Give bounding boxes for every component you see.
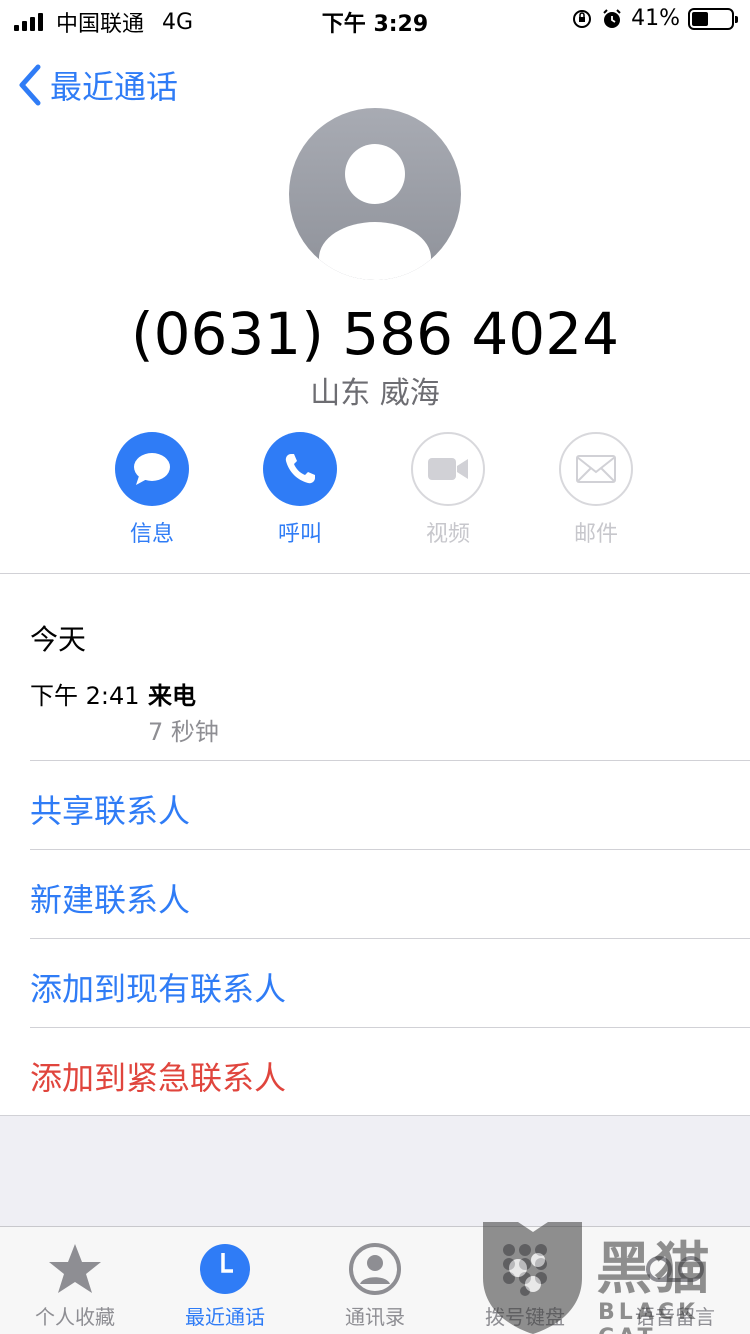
orientation-lock-icon xyxy=(573,9,592,28)
video-button[interactable]: 视频 xyxy=(388,432,508,548)
mail-circle xyxy=(559,432,633,506)
clock-icon xyxy=(200,1244,250,1294)
back-button[interactable]: 最近通话 xyxy=(18,62,178,108)
location: 山东 威海 xyxy=(310,376,440,411)
tab-icon-wrap xyxy=(0,1241,150,1297)
person-silhouette-icon xyxy=(319,144,431,280)
star-icon xyxy=(49,1244,101,1293)
message-button[interactable]: 信息 xyxy=(92,432,212,548)
watermark-title: 黑猫 xyxy=(596,1237,712,1302)
call-time: 下午 2:41 xyxy=(30,682,140,710)
tab-icon-wrap xyxy=(150,1241,300,1297)
video-circle xyxy=(411,432,485,506)
tab-label: 通讯录 xyxy=(345,1305,405,1329)
mail-label: 邮件 xyxy=(573,522,618,547)
call-label: 呼叫 xyxy=(277,522,322,547)
contacts-icon xyxy=(349,1243,401,1295)
tab-favorites[interactable]: 个人收藏 xyxy=(0,1241,150,1330)
share-contact-button[interactable]: 共享联系人 xyxy=(30,786,190,832)
action-buttons: 信息 呼叫 视频 邮件 xyxy=(0,432,750,552)
call-button[interactable]: 呼叫 xyxy=(240,432,360,548)
call-circle xyxy=(263,432,337,506)
status-right: 41% xyxy=(571,6,738,31)
divider xyxy=(30,938,750,939)
tab-label: 个人收藏 xyxy=(35,1305,115,1329)
divider xyxy=(30,760,750,761)
video-icon xyxy=(428,458,468,480)
back-label: 最近通话 xyxy=(50,68,179,106)
mail-button[interactable]: 邮件 xyxy=(536,432,656,548)
empty-area xyxy=(0,1116,750,1226)
divider xyxy=(30,849,750,850)
battery-percent: 41% xyxy=(631,6,680,31)
tab-contacts[interactable]: 通讯录 xyxy=(300,1241,450,1330)
call-duration: 7 秒钟 xyxy=(148,718,219,746)
phone-number: (0631) 586 4024 xyxy=(130,300,620,368)
new-contact-button[interactable]: 新建联系人 xyxy=(30,875,190,921)
message-icon xyxy=(134,453,170,485)
alarm-icon xyxy=(603,8,621,28)
divider xyxy=(0,573,750,574)
message-circle xyxy=(115,432,189,506)
message-label: 信息 xyxy=(129,522,174,547)
divider xyxy=(30,1027,750,1028)
tab-icon-wrap xyxy=(300,1241,450,1297)
tab-label: 最近通话 xyxy=(185,1305,265,1329)
add-to-emergency-contact-button[interactable]: 添加到紧急联系人 xyxy=(30,1053,286,1099)
chevron-left-icon xyxy=(19,64,41,106)
watermark-subtitle: BLACK CAT xyxy=(598,1300,700,1334)
call-type: 来电 xyxy=(148,682,196,710)
mail-icon xyxy=(576,455,616,483)
battery-icon xyxy=(688,7,738,30)
black-cat-shield-icon xyxy=(483,1222,582,1334)
status-bar: 中国联通 4G 下午 3:29 41% xyxy=(0,0,750,40)
phone-icon xyxy=(285,454,315,484)
video-label: 视频 xyxy=(425,522,470,547)
history-section-title: 今天 xyxy=(30,623,87,656)
tab-recents[interactable]: 最近通话 xyxy=(150,1241,300,1330)
add-to-existing-contact-button[interactable]: 添加到现有联系人 xyxy=(30,964,286,1010)
watermark-logo: 黑猫 BLACK CAT xyxy=(478,1218,750,1334)
avatar xyxy=(289,108,461,280)
battery-fill xyxy=(692,11,708,26)
